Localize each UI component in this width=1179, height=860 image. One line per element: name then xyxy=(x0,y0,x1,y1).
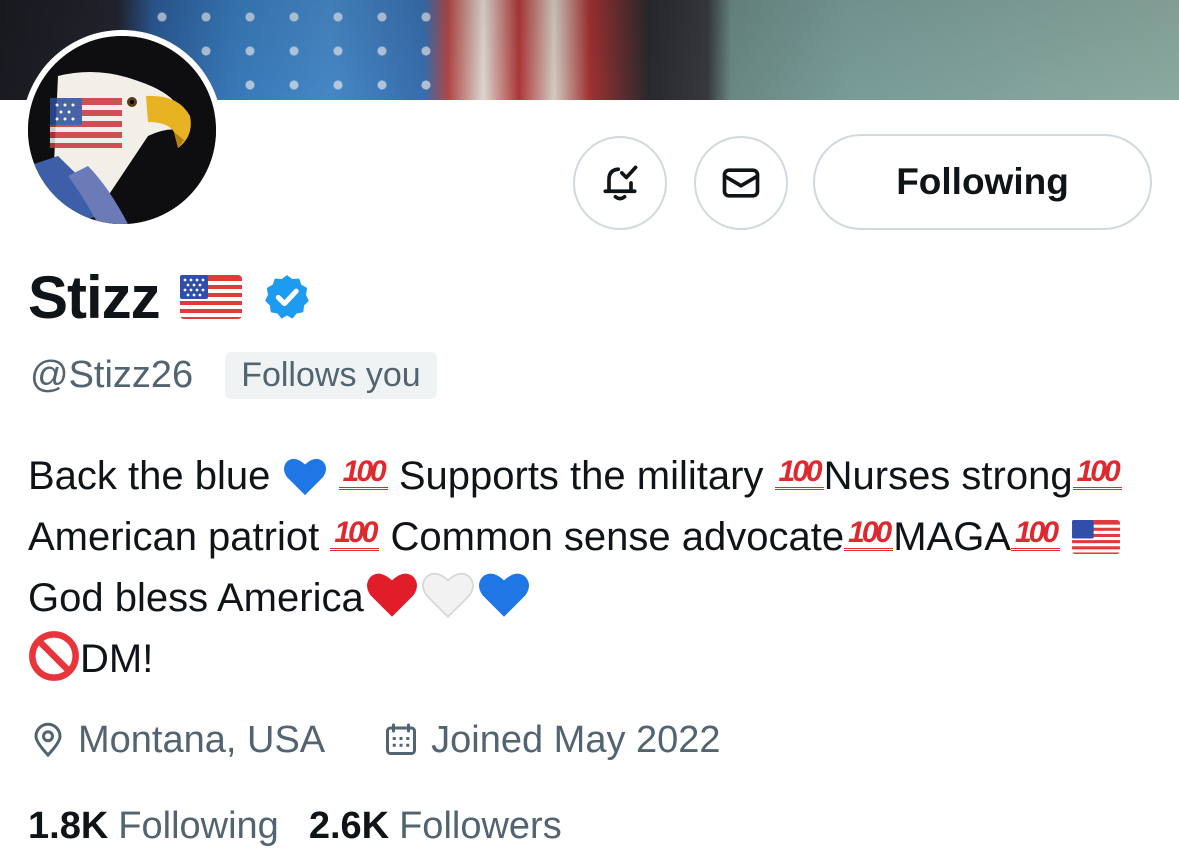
blue-heart-icon xyxy=(283,458,326,496)
bio-text: Back the blue xyxy=(28,454,271,498)
avatar[interactable] xyxy=(22,30,222,230)
location-pin-icon xyxy=(34,722,62,758)
handle-row: @Stizz26 Follows you xyxy=(30,350,437,400)
bio-text: God bless America xyxy=(28,576,364,620)
avatar-image xyxy=(28,36,216,224)
following-button[interactable]: Following xyxy=(813,134,1152,230)
red-heart-icon xyxy=(366,573,417,617)
bio-text: DM! xyxy=(80,637,154,681)
profile-meta: Montana, USA Joined May 2022 xyxy=(30,712,721,768)
bio: Back the blue 100 Supports the military … xyxy=(28,446,1128,690)
hundred-points-icon: 100 xyxy=(330,518,380,551)
follow-stats: 1.8K Following 2.6K Followers xyxy=(28,800,562,852)
hundred-points-icon: 100 xyxy=(338,457,388,490)
following-count: 1.8K xyxy=(28,804,109,847)
verified-badge-icon[interactable] xyxy=(262,272,312,322)
following-button-label: Following xyxy=(896,161,1069,202)
bell-check-icon xyxy=(603,165,638,201)
prohibited-icon xyxy=(29,631,79,681)
message-button[interactable] xyxy=(694,136,788,230)
bio-text: Common sense advocate xyxy=(390,515,845,559)
bio-text: American patriot xyxy=(28,515,320,559)
blue-heart-icon xyxy=(478,573,529,617)
profile-page: Following Stizz @Stizz26 Follows you Bac… xyxy=(0,0,1179,860)
location-text: Montana, USA xyxy=(78,718,326,761)
hundred-points-icon: 100 xyxy=(1010,518,1061,551)
bio-text: Nurses strong xyxy=(823,454,1073,498)
joined-text: Joined May 2022 xyxy=(431,718,721,761)
following-label: Following xyxy=(118,804,279,847)
followers-count: 2.6K xyxy=(308,804,390,847)
us-flag-icon xyxy=(1072,520,1121,554)
username-handle: @Stizz26 xyxy=(30,353,194,396)
followers-count-link[interactable]: 2.6K Followers xyxy=(309,805,562,848)
hundred-points-icon: 100 xyxy=(844,518,894,551)
bio-text: MAGA xyxy=(893,515,1011,559)
join-date: Joined May 2022 xyxy=(383,718,721,762)
us-flag-icon xyxy=(179,275,242,319)
notifications-button[interactable] xyxy=(573,136,667,230)
eagle-flag-avatar-image xyxy=(28,36,216,224)
display-name: Stizz xyxy=(28,263,161,331)
location: Montana, USA xyxy=(30,719,325,762)
name-row: Stizz xyxy=(28,262,312,332)
hundred-points-icon: 100 xyxy=(774,457,824,490)
white-heart-icon xyxy=(421,572,474,619)
follows-you-badge: Follows you xyxy=(225,351,437,399)
envelope-icon xyxy=(722,168,760,198)
followers-label: Followers xyxy=(399,804,562,847)
bio-text: Supports the military xyxy=(398,454,764,498)
following-count-link[interactable]: 1.8K Following xyxy=(28,805,279,848)
calendar-icon xyxy=(386,723,417,755)
hundred-points-icon: 100 xyxy=(1072,457,1122,490)
